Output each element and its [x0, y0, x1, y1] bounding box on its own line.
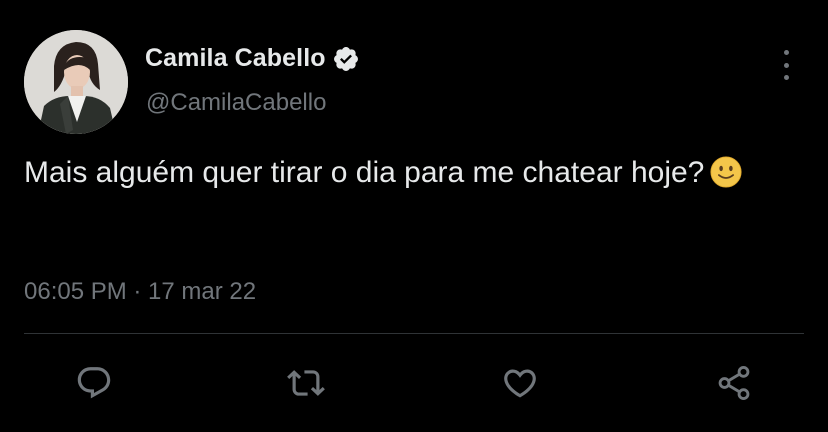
tweet-text-content: Mais alguém quer tirar o dia para me cha…: [24, 156, 705, 189]
tweet-timestamp[interactable]: 06:05 PM · 17 mar 22: [24, 278, 256, 306]
author-handle[interactable]: @CamilaCabello: [146, 89, 326, 117]
like-button[interactable]: [500, 363, 540, 403]
reply-button[interactable]: [74, 363, 114, 403]
avatar-photo: [24, 30, 128, 134]
author-name-row[interactable]: Camila Cabello: [145, 44, 360, 73]
share-icon: [718, 366, 750, 400]
more-options-icon[interactable]: [772, 50, 800, 80]
divider: [24, 333, 804, 334]
retweet-button[interactable]: [286, 363, 326, 403]
slightly-smiling-face-icon: [710, 156, 742, 188]
tweet-text: Mais alguém quer tirar o dia para me cha…: [24, 151, 804, 195]
reply-icon: [77, 367, 111, 399]
like-icon: [504, 369, 536, 398]
retweet-icon: [287, 370, 325, 396]
verified-badge-icon: [333, 46, 358, 71]
author-display-name[interactable]: Camila Cabello: [145, 44, 326, 73]
avatar[interactable]: [24, 30, 128, 134]
share-button[interactable]: [714, 363, 754, 403]
tweet-card: Camila Cabello @CamilaCabello Mais algué…: [0, 0, 828, 432]
